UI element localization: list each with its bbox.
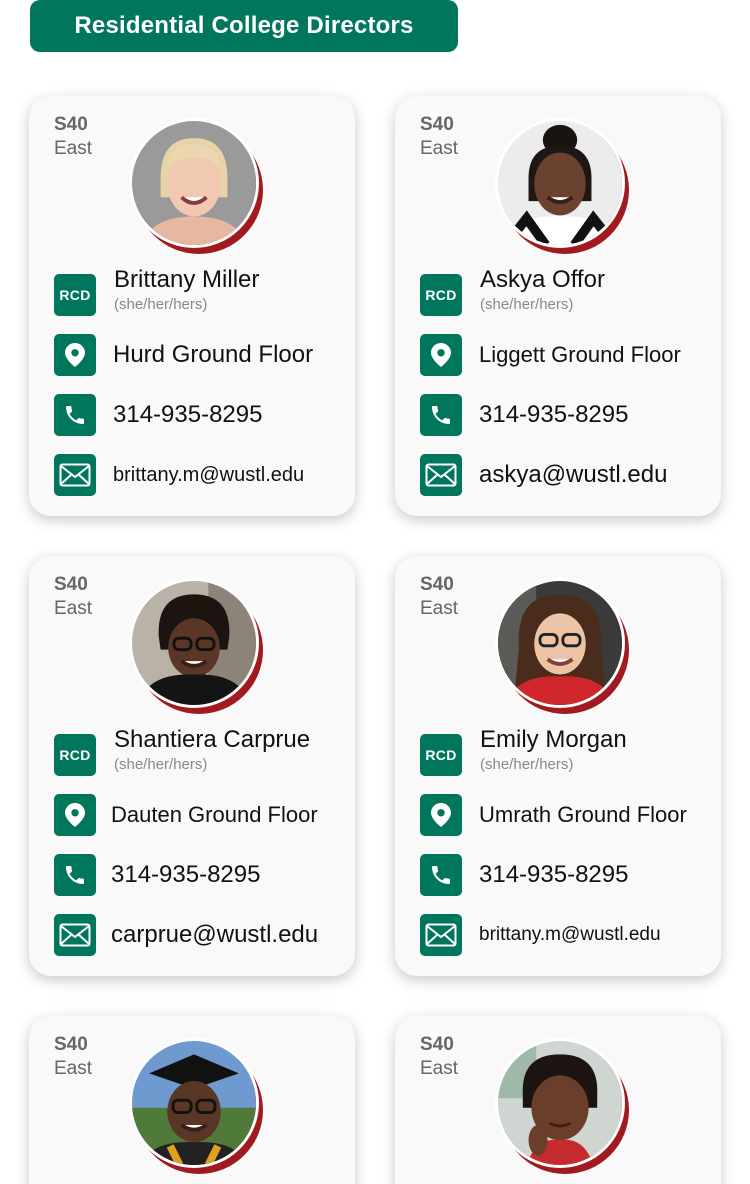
pronouns: (she/her/hers) (480, 296, 574, 313)
phone-row: 314-935-8295 (54, 854, 260, 896)
room-code: S40 (420, 114, 454, 135)
rcd-badge: RCD (420, 274, 462, 316)
section-header: Residential College Directors (30, 0, 458, 52)
room-code: S40 (420, 1034, 454, 1055)
location-text: Umrath Ground Floor (479, 802, 687, 827)
location-row: Hurd Ground Floor (54, 334, 313, 376)
area-label: East (420, 1058, 459, 1079)
director-card: S40 East RCD Askya Offor (she/her/hers) … (395, 96, 721, 516)
phone-icon (54, 394, 96, 436)
envelope-icon (54, 454, 96, 496)
location-text: Hurd Ground Floor (113, 341, 314, 368)
phone-icon (54, 854, 96, 896)
area-label: East (54, 1058, 93, 1079)
envelope-icon (420, 914, 462, 956)
location-text: Liggett Ground Floor (479, 342, 681, 367)
envelope-icon (420, 454, 462, 496)
profile-photo (129, 1038, 265, 1174)
rcd-badge: RCD (54, 734, 96, 776)
location-text: Dauten Ground Floor (111, 802, 318, 827)
pronouns: (she/her/hers) (480, 756, 574, 773)
area-label: East (54, 138, 93, 159)
map-pin-icon (420, 334, 462, 376)
profile-photo (495, 578, 631, 714)
profile-photo (495, 1038, 631, 1174)
profile-photo (495, 118, 631, 254)
email-row: askya@wustl.edu (420, 454, 667, 496)
email-row: brittany.m@wustl.edu (54, 454, 304, 496)
area-label: East (54, 598, 93, 619)
phone-icon (420, 854, 462, 896)
pronouns: (she/her/hers) (114, 296, 208, 313)
name-row: RCD Emily Morgan (she/her/hers) (420, 726, 627, 776)
rcd-badge: RCD (54, 274, 96, 316)
name-row: RCD Brittany Miller (she/her/hers) (54, 266, 259, 316)
email-row: brittany.m@wustl.edu (420, 914, 661, 956)
profile-photo (129, 578, 265, 714)
location-row: Umrath Ground Floor (420, 794, 687, 836)
director-card: S40 East (29, 1016, 355, 1184)
room-code: S40 (54, 574, 88, 595)
phone-link[interactable]: 314-935-8295 (111, 861, 260, 889)
email-link[interactable]: brittany.m@wustl.edu (479, 924, 661, 946)
email-link[interactable]: carprue@wustl.edu (111, 921, 318, 949)
room-code: S40 (54, 1034, 88, 1055)
profile-photo (129, 118, 265, 254)
room-code: S40 (54, 114, 88, 135)
director-card: S40 East (395, 1016, 721, 1184)
rcd-badge: RCD (420, 734, 462, 776)
area-label: East (420, 598, 459, 619)
envelope-icon (54, 914, 96, 956)
phone-icon (420, 394, 462, 436)
room-code: S40 (420, 574, 454, 595)
pronouns: (she/her/hers) (114, 756, 208, 773)
email-link[interactable]: brittany.m@wustl.edu (113, 464, 304, 487)
phone-link[interactable]: 314-935-8295 (479, 861, 628, 889)
location-row: Dauten Ground Floor (54, 794, 318, 836)
director-card: S40 East RCD Brittany Miller (she/her/he… (29, 96, 355, 516)
phone-link[interactable]: 314-935-8295 (479, 401, 628, 429)
map-pin-icon (54, 794, 96, 836)
section-title: Residential College Directors (74, 12, 414, 39)
director-card: S40 East RCD Emily Morgan (she/her/hers) (395, 556, 721, 976)
name-row: RCD Askya Offor (she/her/hers) (420, 266, 605, 316)
area-label: East (420, 138, 459, 159)
location-row: Liggett Ground Floor (420, 334, 681, 376)
name-row: RCD Shantiera Carprue (she/her/hers) (54, 726, 310, 776)
director-name: Emily Morgan (480, 726, 627, 753)
director-name: Shantiera Carprue (114, 726, 311, 753)
email-row: carprue@wustl.edu (54, 914, 318, 956)
director-name: Askya Offor (480, 266, 605, 293)
map-pin-icon (54, 334, 96, 376)
phone-row: 314-935-8295 (54, 394, 262, 436)
map-pin-icon (420, 794, 462, 836)
phone-link[interactable]: 314-935-8295 (113, 401, 262, 429)
email-link[interactable]: askya@wustl.edu (479, 461, 667, 489)
phone-row: 314-935-8295 (420, 394, 628, 436)
director-name: Brittany Miller (114, 266, 260, 293)
phone-row: 314-935-8295 (420, 854, 628, 896)
director-card: S40 East RCD Shantiera Carprue (she/her/… (29, 556, 355, 976)
